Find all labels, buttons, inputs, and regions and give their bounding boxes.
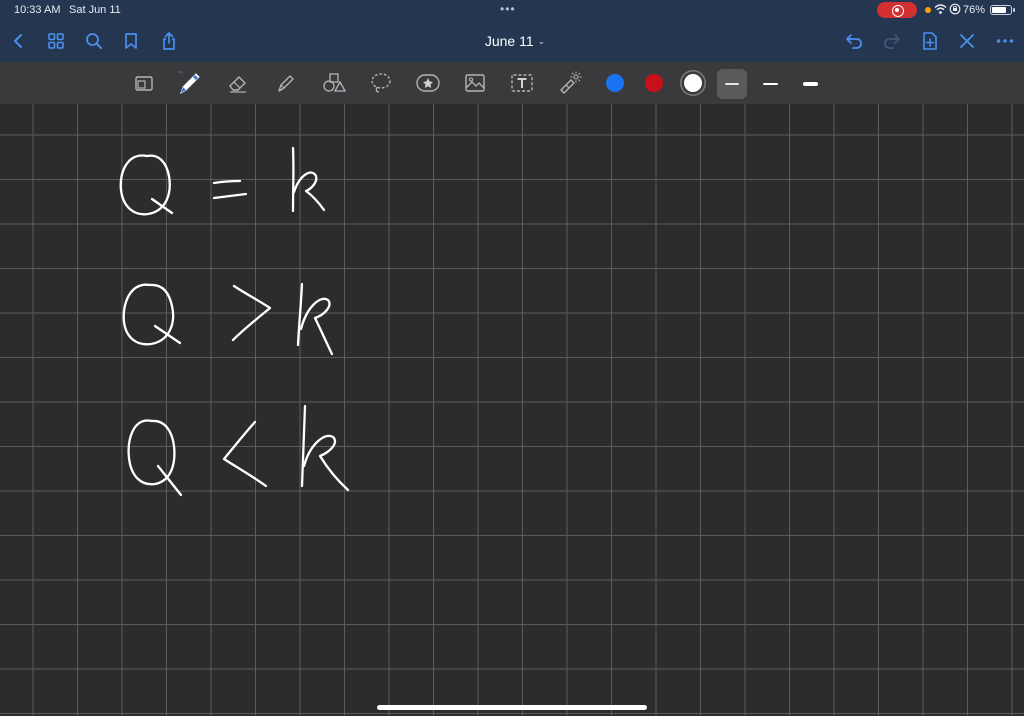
wifi-icon <box>934 3 947 18</box>
battery-percent: 76% <box>963 4 986 16</box>
share-icon[interactable] <box>157 29 181 53</box>
more-icon[interactable] <box>993 29 1017 53</box>
handwriting-line-2 <box>122 282 334 356</box>
ink-letter-k-arm <box>299 297 334 356</box>
stroke-width-medium[interactable] <box>755 69 785 99</box>
status-bar: 10:33 AM Sat Jun 11 ••• 76% <box>0 0 1024 20</box>
undo-icon[interactable] <box>842 29 866 53</box>
home-indicator[interactable] <box>377 705 647 710</box>
ink-less-than <box>222 420 268 488</box>
close-icon[interactable] <box>955 29 979 53</box>
status-date: Sat Jun 11 <box>69 4 121 16</box>
multitasking-dots-icon[interactable]: ••• <box>500 2 516 16</box>
stroke-thin-icon <box>725 83 739 85</box>
mic-indicator-icon <box>925 7 931 13</box>
ink-equals-top <box>212 179 242 185</box>
shapes-icon[interactable] <box>320 69 348 97</box>
handwriting-line-3 <box>127 404 350 497</box>
color-swatch-white[interactable] <box>684 74 702 92</box>
stroke-medium-icon <box>762 82 778 86</box>
ink-greater-than <box>231 284 272 342</box>
ink-letter-k-arm <box>302 434 350 492</box>
ink-equals-bottom <box>212 192 248 200</box>
grid-icon[interactable] <box>44 29 68 53</box>
drawing-toolbar <box>0 62 1024 104</box>
color-swatch-blue[interactable] <box>606 74 624 92</box>
bookmark-icon[interactable] <box>119 29 143 53</box>
rotation-lock-icon <box>949 3 961 18</box>
ink-letter-k-stem <box>300 404 307 488</box>
text-icon[interactable] <box>508 69 536 97</box>
sticker-icon[interactable] <box>414 69 442 97</box>
ink-letter-k-arm <box>292 171 326 212</box>
document-title[interactable]: June 11 ⌄ <box>470 33 560 49</box>
status-time: 10:33 AM <box>14 4 61 16</box>
handwriting-line-1 <box>119 146 326 216</box>
page-zoom-icon[interactable] <box>130 69 158 97</box>
stroke-width-thick[interactable] <box>795 69 825 99</box>
add-page-icon[interactable] <box>918 29 942 53</box>
ink-letter-k-stem <box>296 282 304 347</box>
laser-pointer-icon[interactable] <box>556 69 584 97</box>
pen-icon[interactable] <box>176 69 204 97</box>
stroke-thick-icon <box>802 81 818 87</box>
eraser-icon[interactable] <box>224 69 252 97</box>
color-swatch-red[interactable] <box>645 74 663 92</box>
chevron-down-icon: ⌄ <box>537 36 546 46</box>
navigation-bar: June 11 ⌄ <box>0 20 1024 62</box>
screen-record-icon[interactable] <box>877 2 917 18</box>
ink-letter-q <box>122 283 175 346</box>
note-canvas[interactable] <box>0 104 1024 716</box>
image-icon[interactable] <box>461 69 489 97</box>
battery-fill <box>992 7 1006 13</box>
search-icon[interactable] <box>82 29 106 53</box>
back-icon[interactable] <box>6 29 30 53</box>
stroke-width-thin[interactable] <box>717 69 747 99</box>
highlighter-icon[interactable] <box>272 69 300 97</box>
battery-icon <box>990 5 1015 15</box>
ink-letter-q <box>127 419 176 486</box>
document-title-text: June 11 <box>484 33 534 49</box>
handwriting-layer <box>119 146 350 497</box>
lasso-icon[interactable] <box>367 69 395 97</box>
redo-icon[interactable] <box>880 29 904 53</box>
